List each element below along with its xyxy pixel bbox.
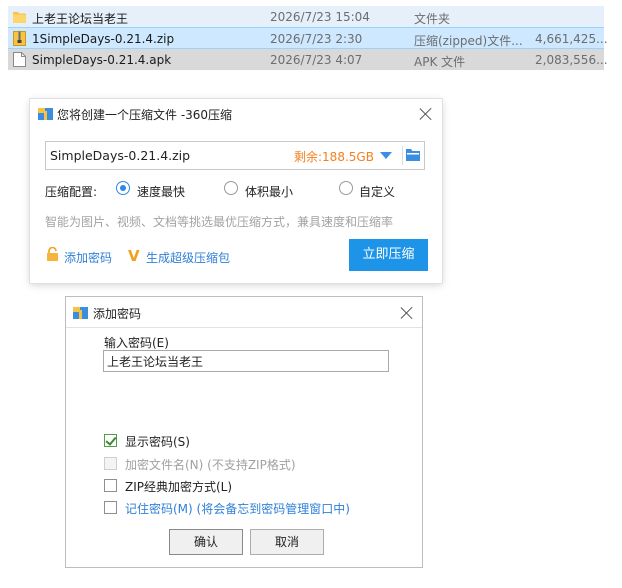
file-type: 文件夹 xyxy=(414,12,451,26)
super-compress-link[interactable]: 生成超级压缩包 xyxy=(146,249,230,266)
encrypt-filename-checkbox[interactable] xyxy=(104,457,117,470)
zip-file-icon xyxy=(13,31,26,46)
file-size: 2,083,556... xyxy=(535,53,608,67)
encrypt-filename-label: 加密文件名(N) (不支持ZIP格式) xyxy=(125,458,296,472)
confirm-button[interactable]: 确认 xyxy=(169,529,243,555)
radio-fastest-label[interactable]: 速度最快 xyxy=(137,183,185,200)
output-path-field[interactable]: SimpleDays-0.21.4.zip 剩余:188.5GB xyxy=(45,141,425,170)
file-size: 4,661,425... xyxy=(535,32,608,46)
file-row[interactable]: SimpleDays-0.21.4.apk 2026/7/23 4:07 APK… xyxy=(8,49,608,70)
show-password-checkbox[interactable] xyxy=(104,434,117,447)
zip-classic-checkbox[interactable] xyxy=(104,479,117,492)
360-zip-app-icon xyxy=(73,307,88,319)
zip-classic-label[interactable]: ZIP经典加密方式(L) xyxy=(125,478,232,495)
radio-custom-label[interactable]: 自定义 xyxy=(359,183,395,200)
show-password-label[interactable]: 显示密码(S) xyxy=(125,433,190,450)
output-path-value[interactable]: SimpleDays-0.21.4.zip xyxy=(50,148,190,163)
lock-icon[interactable] xyxy=(46,247,59,261)
cancel-button[interactable]: 取消 xyxy=(250,529,324,555)
file-row[interactable]: 1SimpleDays-0.21.4.zip 2026/7/23 2:30 压缩… xyxy=(8,27,608,49)
remember-password-label[interactable]: 记住密码(M) (将会备忘到密码管理窗口中) xyxy=(125,500,350,517)
free-space-label: 剩余:188.5GB xyxy=(294,150,374,164)
file-type: 压缩(zipped)文件... xyxy=(414,34,523,48)
dropdown-arrow-icon[interactable] xyxy=(380,152,392,159)
remember-password-checkbox[interactable] xyxy=(104,501,117,514)
dialog-title: 添加密码 xyxy=(93,307,142,321)
file-name: 1SimpleDays-0.21.4.zip xyxy=(32,32,175,46)
360-zip-app-icon xyxy=(38,108,53,120)
file-name: SimpleDays-0.21.4.apk xyxy=(32,53,172,67)
divider xyxy=(402,146,403,165)
file-list: 上老王论坛当老王 2026/7/23 15:04 文件夹 1SimpleDays… xyxy=(8,6,608,70)
compress-dialog: 您将创建一个压缩文件 -360压缩 SimpleDays-0.21.4.zip … xyxy=(30,99,442,283)
file-row[interactable]: 上老王论坛当老王 2026/7/23 15:04 文件夹 xyxy=(8,6,604,27)
add-password-link[interactable]: 添加密码 xyxy=(64,249,112,266)
dialog-titlebar: 添加密码 xyxy=(66,297,422,328)
file-date: 2026/7/23 2:30 xyxy=(270,32,363,46)
file-type: APK 文件 xyxy=(414,55,466,69)
dialog-title: 您将创建一个压缩文件 -360压缩 xyxy=(57,108,233,122)
file-date: 2026/7/23 4:07 xyxy=(270,53,363,67)
close-icon[interactable] xyxy=(419,107,433,121)
compress-hint: 智能为图片、视频、文档等挑选最优压缩方式，兼具速度和压缩率 xyxy=(45,215,394,229)
file-icon xyxy=(13,52,26,67)
compress-config-label: 压缩配置: xyxy=(45,185,98,199)
v-badge-icon: V xyxy=(128,247,140,265)
radio-fastest[interactable] xyxy=(116,181,130,195)
radio-smallest-label[interactable]: 体积最小 xyxy=(245,183,293,200)
close-icon[interactable] xyxy=(400,306,414,320)
folder-icon xyxy=(13,12,26,23)
folder-browse-icon[interactable] xyxy=(406,148,420,161)
password-input[interactable] xyxy=(103,350,389,372)
radio-smallest[interactable] xyxy=(224,181,238,195)
compress-now-button[interactable]: 立即压缩 xyxy=(349,239,428,271)
file-name: 上老王论坛当老王 xyxy=(32,12,129,26)
radio-custom[interactable] xyxy=(339,181,353,195)
password-label: 输入密码(E) xyxy=(104,336,169,350)
password-dialog: 添加密码 输入密码(E) 显示密码(S) 加密文件名(N) (不支持ZIP格式)… xyxy=(65,296,423,568)
file-date: 2026/7/23 15:04 xyxy=(270,10,370,24)
